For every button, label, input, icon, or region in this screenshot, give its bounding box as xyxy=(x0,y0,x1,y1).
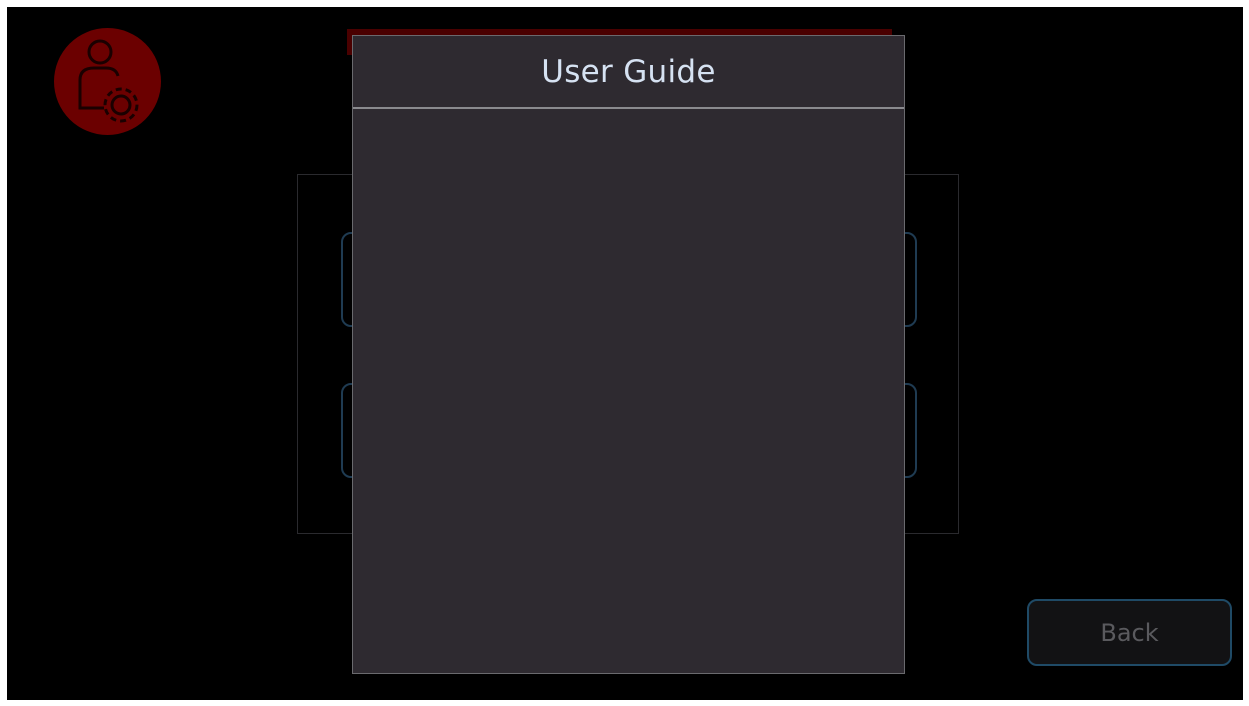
dialog-header: User Guide xyxy=(353,36,904,109)
user-guide-dialog: User Guide xyxy=(352,35,905,674)
back-button[interactable]: Back xyxy=(1027,599,1232,666)
dialog-content[interactable] xyxy=(353,109,904,673)
app-screen: User Guide Back xyxy=(7,7,1243,700)
back-button-label: Back xyxy=(1100,618,1159,647)
dialog-title: User Guide xyxy=(541,53,716,90)
user-settings-icon xyxy=(54,28,161,135)
